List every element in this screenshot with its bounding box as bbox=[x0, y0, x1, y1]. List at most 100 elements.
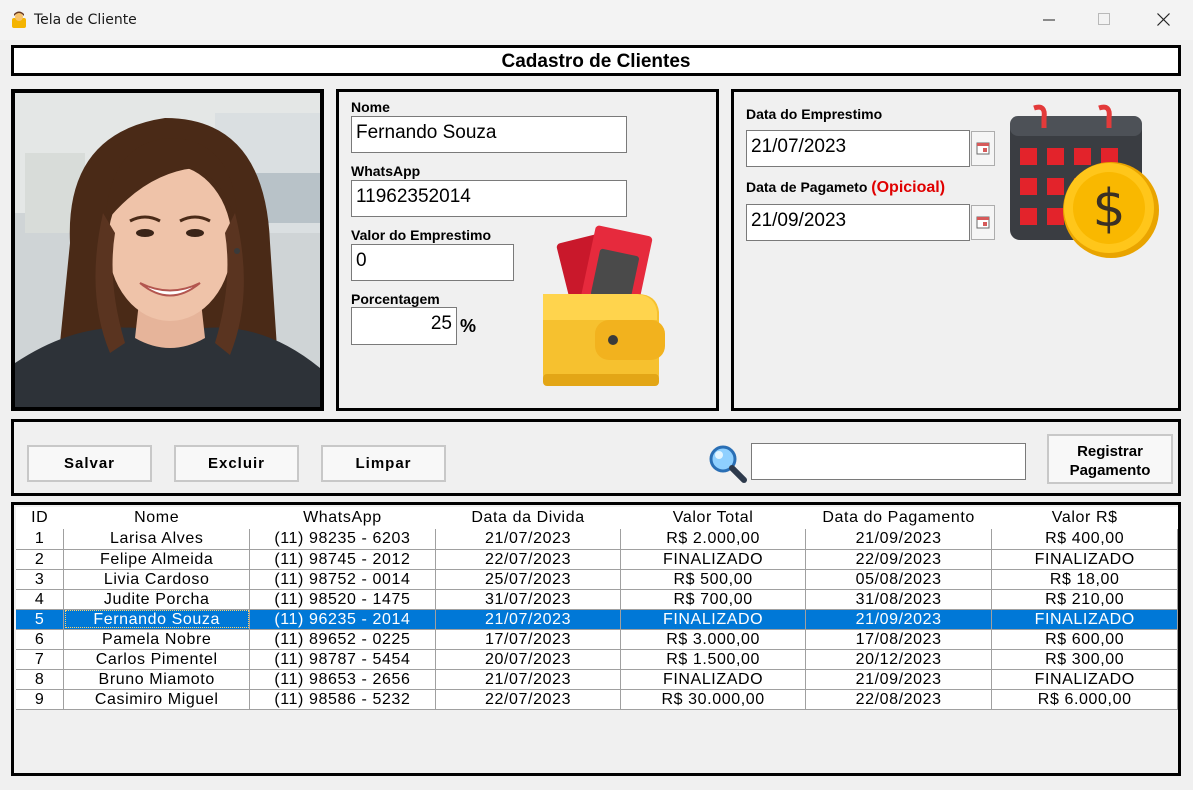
table-cell[interactable]: (11) 98752 - 0014 bbox=[249, 569, 436, 590]
magnifier-icon[interactable] bbox=[708, 444, 748, 484]
table-cell[interactable]: 4 bbox=[16, 589, 65, 610]
table-cell[interactable]: 20/12/2023 bbox=[805, 649, 993, 670]
table-cell[interactable]: Larisa Alves bbox=[63, 529, 251, 550]
table-cell[interactable]: R$ 400,00 bbox=[991, 529, 1178, 550]
data-pagamento-input[interactable]: 21/09/2023 bbox=[746, 204, 970, 241]
table-cell[interactable]: (11) 98520 - 1475 bbox=[249, 589, 436, 610]
table-cell[interactable]: R$ 30.000,00 bbox=[620, 689, 806, 710]
table-row[interactable]: 2 Felipe Almeida (11) 98745 - 2012 22/07/20… bbox=[16, 549, 1178, 570]
table-cell[interactable]: 1 bbox=[16, 529, 65, 550]
porcentagem-input[interactable]: 25 bbox=[351, 307, 457, 345]
table-cell[interactable]: 2 bbox=[16, 549, 65, 570]
table-cell[interactable]: 17/08/2023 bbox=[805, 629, 993, 650]
table-cell[interactable]: Fernando Souza bbox=[63, 609, 251, 630]
table-cell[interactable]: (11) 96235 - 2014 bbox=[249, 609, 436, 630]
table-cell[interactable]: FINALIZADO bbox=[620, 549, 806, 570]
table-cell[interactable]: 6 bbox=[16, 629, 65, 650]
table-cell[interactable]: (11) 98586 - 5232 bbox=[249, 689, 436, 710]
table-cell[interactable]: 8 bbox=[16, 669, 65, 690]
table-cell[interactable]: R$ 600,00 bbox=[991, 629, 1178, 650]
table-cell[interactable]: 31/07/2023 bbox=[435, 589, 622, 610]
table-cell[interactable]: 21/09/2023 bbox=[805, 669, 993, 690]
table-cell[interactable]: Bruno Miamoto bbox=[63, 669, 251, 690]
table-cell[interactable]: Felipe Almeida bbox=[63, 549, 251, 570]
table-cell[interactable]: 21/09/2023 bbox=[805, 529, 993, 550]
table-cell[interactable]: R$ 18,00 bbox=[991, 569, 1178, 590]
table-cell[interactable]: FINALIZADO bbox=[991, 669, 1178, 690]
table-row[interactable]: 4 Judite Porcha (11) 98520 - 1475 31/07/202… bbox=[16, 589, 1178, 610]
table-cell[interactable]: R$ 3.000,00 bbox=[620, 629, 806, 650]
table-cell[interactable]: 9 bbox=[16, 689, 65, 710]
table-cell[interactable]: (11) 89652 - 0225 bbox=[249, 629, 436, 650]
valor-emprestimo-input[interactable]: 0 bbox=[351, 244, 514, 281]
registrar-pagamento-button[interactable]: Registrar Pagamento bbox=[1047, 434, 1173, 484]
limpar-button[interactable]: Limpar bbox=[321, 445, 446, 482]
table-cell[interactable]: 22/09/2023 bbox=[805, 549, 993, 570]
table-cell[interactable]: (11) 98745 - 2012 bbox=[249, 549, 436, 570]
table-cell[interactable]: FINALIZADO bbox=[620, 669, 806, 690]
salvar-button[interactable]: Salvar bbox=[27, 445, 152, 482]
table-row[interactable]: 3 Livia Cardoso (11) 98752 - 0014 25/07/202… bbox=[16, 569, 1178, 590]
table-cell[interactable]: 7 bbox=[16, 649, 65, 670]
column-header[interactable]: Valor Total bbox=[620, 507, 806, 529]
table-cell[interactable]: 5 bbox=[16, 609, 65, 630]
table-cell[interactable]: R$ 2.000,00 bbox=[620, 529, 806, 550]
nome-input[interactable]: Fernando Souza bbox=[351, 116, 627, 153]
table-cell[interactable]: 31/08/2023 bbox=[805, 589, 993, 610]
close-icon[interactable] bbox=[1157, 13, 1170, 26]
table-cell[interactable]: (11) 98653 - 2656 bbox=[249, 669, 436, 690]
minimize-icon[interactable] bbox=[1042, 13, 1056, 27]
table-cell[interactable]: 3 bbox=[16, 569, 65, 590]
column-header[interactable]: Nome bbox=[63, 507, 251, 529]
table-cell[interactable]: 21/09/2023 bbox=[805, 609, 993, 630]
table-cell[interactable]: FINALIZADO bbox=[620, 609, 806, 630]
nome-label: Nome bbox=[351, 99, 390, 115]
data-emprestimo-input[interactable]: 21/07/2023 bbox=[746, 130, 970, 167]
maximize-icon[interactable] bbox=[1098, 13, 1110, 25]
table-cell[interactable]: R$ 6.000,00 bbox=[991, 689, 1178, 710]
table-cell[interactable]: 21/07/2023 bbox=[435, 529, 622, 550]
whatsapp-input[interactable]: 11962352014 bbox=[351, 180, 627, 217]
table-cell[interactable]: 25/07/2023 bbox=[435, 569, 622, 590]
table-cell[interactable]: R$ 210,00 bbox=[991, 589, 1178, 610]
table-row[interactable]: 5 Fernando Souza (11) 96235 - 2014 21/07/20… bbox=[16, 609, 1178, 630]
table-cell[interactable]: 22/08/2023 bbox=[805, 689, 993, 710]
table-cell[interactable]: Carlos Pimentel bbox=[63, 649, 251, 670]
column-header[interactable]: Data do Pagamento bbox=[805, 507, 993, 529]
table-cell[interactable]: R$ 700,00 bbox=[620, 589, 806, 610]
table-row[interactable]: 8 Bruno Miamoto (11) 98653 - 2656 21/07/202… bbox=[16, 669, 1178, 690]
column-header[interactable]: ID bbox=[16, 507, 65, 529]
client-portrait-image bbox=[15, 93, 320, 407]
table-cell[interactable]: FINALIZADO bbox=[991, 549, 1178, 570]
search-input[interactable] bbox=[751, 443, 1026, 480]
table-cell[interactable]: Judite Porcha bbox=[63, 589, 251, 610]
table-cell[interactable]: 22/07/2023 bbox=[435, 549, 622, 570]
table-cell[interactable]: Casimiro Miguel bbox=[63, 689, 251, 710]
excluir-button[interactable]: Excluir bbox=[174, 445, 299, 482]
column-header[interactable]: Data da Divida bbox=[435, 507, 622, 529]
table-row[interactable]: 7 Carlos Pimentel (11) 98787 - 5454 20/07/2… bbox=[16, 649, 1178, 670]
data-pagamento-picker[interactable] bbox=[971, 205, 995, 240]
table-header-row: ID Nome WhatsApp Data da Divida Valor To… bbox=[16, 507, 1178, 529]
data-emprestimo-picker[interactable] bbox=[971, 131, 995, 166]
column-header[interactable]: WhatsApp bbox=[249, 507, 436, 529]
table-cell[interactable]: 22/07/2023 bbox=[435, 689, 622, 710]
table-cell[interactable]: 21/07/2023 bbox=[435, 609, 622, 630]
table-cell[interactable]: R$ 500,00 bbox=[620, 569, 806, 590]
porcentagem-label: Porcentagem bbox=[351, 291, 440, 307]
table-row[interactable]: 6 Pamela Nobre (11) 89652 - 0225 17/07/2023… bbox=[16, 629, 1178, 650]
table-cell[interactable]: R$ 300,00 bbox=[991, 649, 1178, 670]
table-cell[interactable]: 21/07/2023 bbox=[435, 669, 622, 690]
table-cell[interactable]: Livia Cardoso bbox=[63, 569, 251, 590]
table-cell[interactable]: R$ 1.500,00 bbox=[620, 649, 806, 670]
table-cell[interactable]: (11) 98787 - 5454 bbox=[249, 649, 436, 670]
table-row[interactable]: 9 Casimiro Miguel (11) 98586 - 5232 22/07/2… bbox=[16, 689, 1178, 710]
table-cell[interactable]: 05/08/2023 bbox=[805, 569, 993, 590]
table-row[interactable]: 1 Larisa Alves (11) 98235 - 6203 21/07/2023… bbox=[16, 529, 1178, 550]
table-cell[interactable]: 20/07/2023 bbox=[435, 649, 622, 670]
table-cell[interactable]: FINALIZADO bbox=[991, 609, 1178, 630]
table-cell[interactable]: Pamela Nobre bbox=[63, 629, 251, 650]
table-cell[interactable]: 17/07/2023 bbox=[435, 629, 622, 650]
table-cell[interactable]: (11) 98235 - 6203 bbox=[249, 529, 436, 550]
column-header[interactable]: Valor R$ bbox=[991, 507, 1178, 529]
